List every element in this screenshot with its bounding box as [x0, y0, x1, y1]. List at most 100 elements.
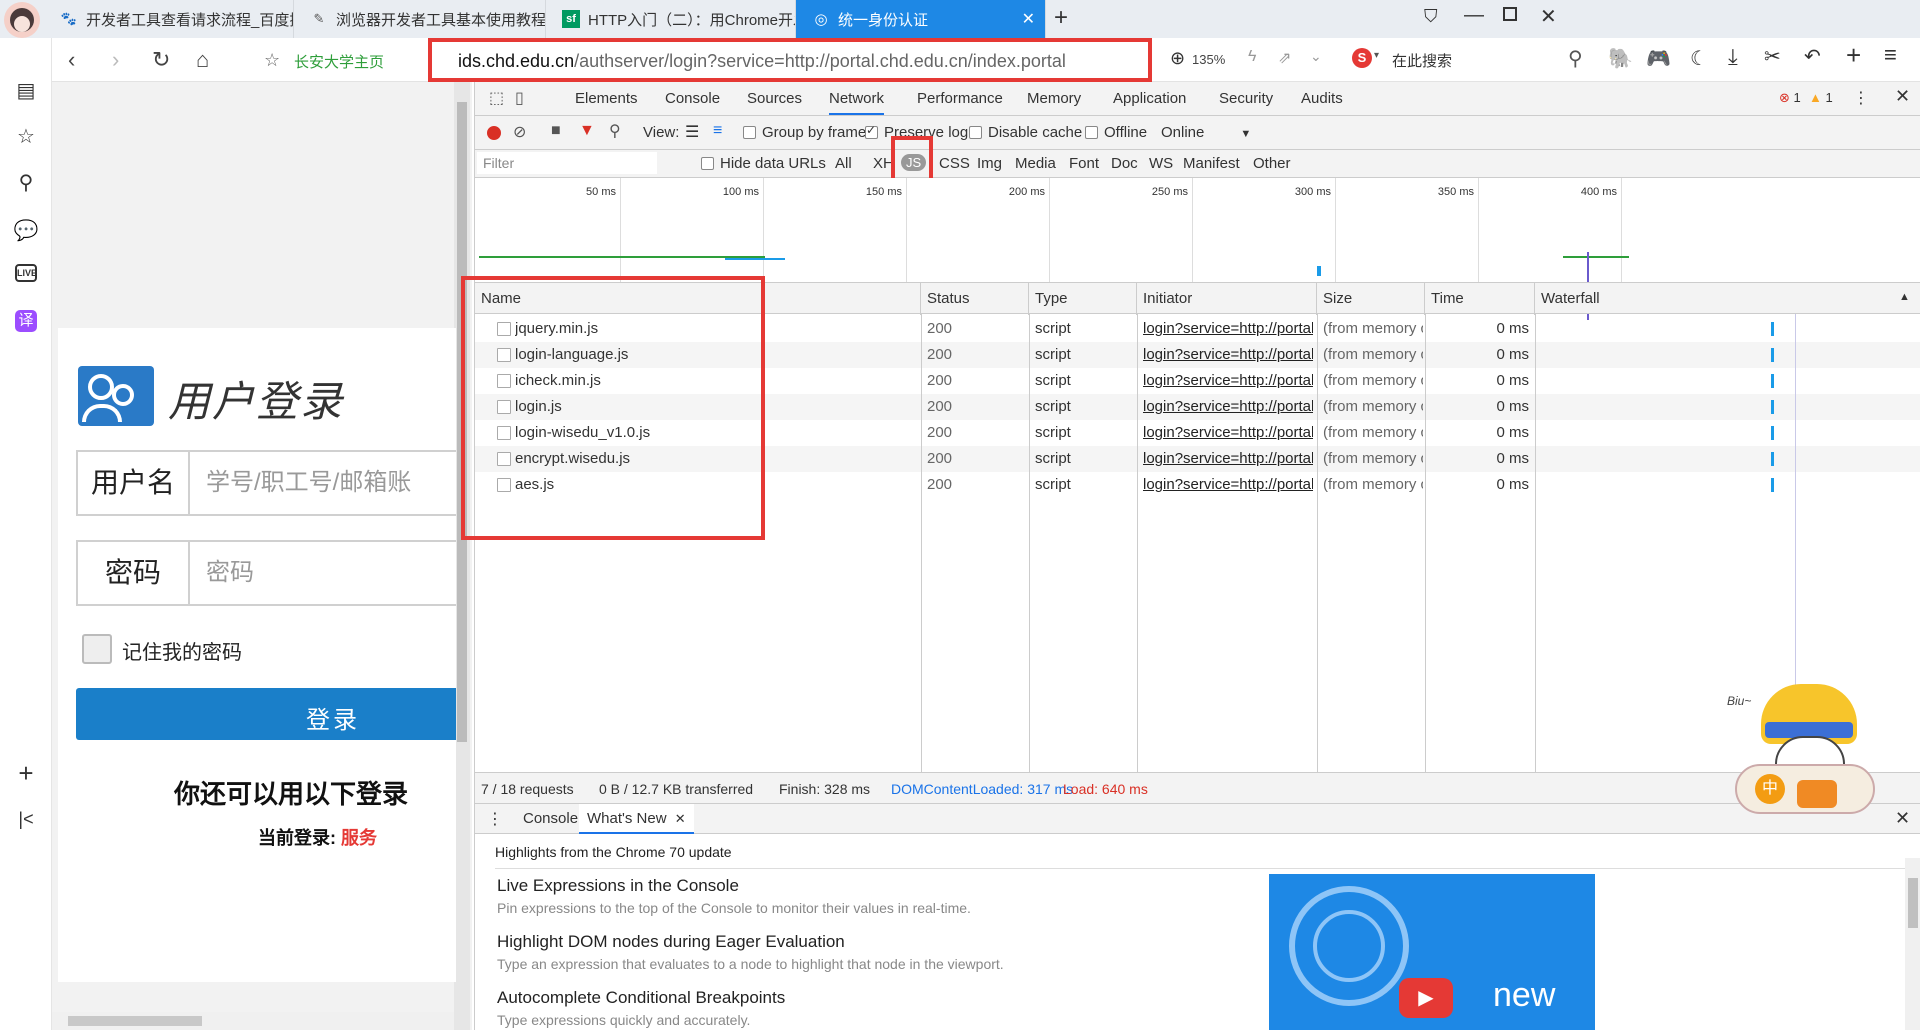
screenshot-scissors-icon[interactable]: ✂	[1764, 44, 1781, 69]
col-type[interactable]: Type	[1029, 283, 1137, 315]
clear-icon[interactable]: ⊘	[513, 122, 526, 142]
home-button[interactable]: ⌂	[196, 46, 209, 74]
username-field[interactable]: 用户名 学号/职工号/邮箱账	[76, 450, 456, 516]
tab-security[interactable]: Security	[1219, 90, 1273, 107]
mascot-widget[interactable]: Biu~ 中	[1725, 674, 1885, 824]
search-engine-dropdown[interactable]: ▾	[1374, 50, 1379, 61]
bookmark-link[interactable]: 长安大学主页	[294, 51, 384, 72]
filter-other[interactable]: Other	[1253, 155, 1291, 172]
filter-font[interactable]: Font	[1069, 155, 1099, 172]
filter-icon[interactable]: ▼	[579, 122, 595, 140]
request-initiator[interactable]: login?service=http://portal.ch...	[1143, 342, 1313, 368]
filter-ws[interactable]: WS	[1149, 155, 1173, 172]
disable-cache-checkbox[interactable]: Disable cache	[969, 124, 1082, 141]
live-icon[interactable]: LIVE	[15, 264, 37, 282]
filter-css[interactable]: CSS	[939, 155, 970, 172]
zoom-level[interactable]: 135%	[1192, 52, 1225, 67]
lightning-icon[interactable]: ϟ	[1248, 48, 1256, 66]
drawer-tab-console[interactable]: Console	[523, 810, 578, 827]
collapse-sidebar-icon[interactable]: |<	[13, 806, 39, 832]
close-window-button[interactable]: ✕	[1540, 4, 1557, 29]
list-view-icon[interactable]: ☰	[685, 122, 699, 142]
add-icon[interactable]: +	[13, 760, 39, 786]
filter-media[interactable]: Media	[1015, 155, 1056, 172]
filter-doc[interactable]: Doc	[1111, 155, 1138, 172]
tab-sources[interactable]: Sources	[747, 90, 802, 107]
sort-ascending-icon[interactable]: ▲	[1899, 291, 1910, 303]
throttling-select[interactable]: Online ▼	[1161, 124, 1251, 141]
reading-list-icon[interactable]: ▤	[13, 78, 39, 104]
tab-unified-auth[interactable]: ◎ 统一身份认证 ✕	[796, 0, 1046, 38]
night-mode-icon[interactable]: ☾	[1690, 46, 1708, 71]
whats-new-item[interactable]: Highlight DOM nodes during Eager Evaluat…	[497, 932, 1004, 972]
group-by-frame-checkbox[interactable]: Group by frame	[743, 124, 866, 141]
col-waterfall[interactable]: Waterfall	[1535, 283, 1920, 315]
share-icon[interactable]: ⇗	[1278, 48, 1291, 68]
tab-network[interactable]: Network	[829, 90, 885, 115]
back-button[interactable]: ‹	[68, 46, 75, 74]
close-devtools-icon[interactable]: ✕	[1895, 86, 1910, 107]
request-initiator[interactable]: login?service=http://portal.ch...	[1143, 394, 1313, 420]
request-initiator[interactable]: login?service=http://portal.ch...	[1143, 368, 1313, 394]
search-icon[interactable]: ⚲	[609, 121, 621, 141]
shirt-icon[interactable]: ⛉	[1424, 6, 1438, 27]
new-tab-button[interactable]: +	[1054, 4, 1068, 32]
restore-button[interactable]	[1503, 7, 1517, 21]
zoom-icon[interactable]: ⊕	[1170, 48, 1185, 69]
minimize-button[interactable]: —	[1464, 4, 1484, 27]
request-initiator[interactable]: login?service=http://portal.ch...	[1143, 316, 1313, 342]
col-size[interactable]: Size	[1317, 283, 1425, 315]
drawer-tab-whats-new[interactable]: What's New ✕	[579, 804, 694, 834]
more-options-icon[interactable]: ⋮	[1853, 88, 1869, 108]
search-input[interactable]: 在此搜索	[1392, 50, 1452, 71]
search-icon[interactable]: ⚲	[13, 170, 39, 196]
tab-devtools-tutorial[interactable]: ✎ 浏览器开发者工具基本使用教程 - 墨	[294, 0, 546, 38]
game-controller-icon[interactable]: 🎮	[1646, 46, 1671, 71]
undo-icon[interactable]: ↶	[1804, 44, 1821, 69]
close-drawer-icon[interactable]: ✕	[1895, 808, 1910, 829]
drawer-scrollbar[interactable]	[1905, 858, 1920, 1030]
request-initiator[interactable]: login?service=http://portal.ch...	[1143, 420, 1313, 446]
whats-new-item[interactable]: Autocomplete Conditional Breakpoints Typ…	[497, 988, 785, 1028]
col-status[interactable]: Status	[921, 283, 1029, 315]
favorites-star-icon[interactable]: ☆	[13, 124, 39, 150]
filter-input[interactable]: Filter	[477, 152, 657, 174]
chevron-down-icon[interactable]: ⌄	[1310, 48, 1322, 65]
play-button-icon[interactable]: ▶	[1399, 978, 1453, 1018]
request-initiator[interactable]: login?service=http://portal.ch...	[1143, 472, 1313, 498]
forward-button[interactable]: ›	[112, 46, 119, 74]
download-icon[interactable]: ⤓	[1728, 44, 1738, 70]
tab-memory[interactable]: Memory	[1027, 90, 1081, 107]
close-tab-icon[interactable]: ✕	[1022, 9, 1035, 29]
filter-manifest[interactable]: Manifest	[1183, 155, 1240, 172]
tab-audits[interactable]: Audits	[1301, 90, 1343, 107]
record-button[interactable]	[487, 126, 501, 140]
device-toolbar-icon[interactable]: ▯	[515, 88, 524, 108]
request-initiator[interactable]: login?service=http://portal.ch...	[1143, 446, 1313, 472]
menu-icon[interactable]: ≡	[1884, 42, 1897, 68]
bookmark-star-icon[interactable]: ☆	[264, 46, 280, 74]
remember-checkbox[interactable]	[82, 634, 112, 664]
warning-badge[interactable]: ▲ 1	[1809, 90, 1833, 105]
error-badge[interactable]: ⊗ 1	[1779, 90, 1801, 106]
overview-icon[interactable]: ≡	[713, 122, 722, 140]
sogou-search-icon[interactable]: S	[1352, 48, 1372, 68]
search-icon[interactable]: ⚲	[1568, 46, 1583, 71]
login-button[interactable]: 登录	[76, 688, 456, 740]
tab-baidu-search[interactable]: 🐾 开发者工具查看请求流程_百度搜索	[44, 0, 294, 38]
horizontal-scrollbar[interactable]	[52, 1012, 454, 1030]
filter-img[interactable]: Img	[977, 155, 1002, 172]
close-drawer-tab-icon[interactable]: ✕	[675, 811, 686, 826]
tab-console[interactable]: Console	[665, 90, 720, 107]
filter-all[interactable]: All	[835, 155, 852, 172]
col-initiator[interactable]: Initiator	[1137, 283, 1317, 315]
tab-elements[interactable]: Elements	[575, 90, 638, 107]
add-icon[interactable]: +	[1846, 40, 1861, 71]
password-field[interactable]: 密码 密码	[76, 540, 456, 606]
timeline-overview[interactable]: 50 ms 100 ms 150 ms 200 ms 250 ms 300 ms 350 m…	[475, 178, 1920, 320]
tab-application[interactable]: Application	[1113, 90, 1186, 107]
hide-data-urls-checkbox[interactable]: Hide data URLs	[701, 155, 826, 172]
offline-checkbox[interactable]: Offline	[1085, 124, 1147, 141]
tab-performance[interactable]: Performance	[917, 90, 1003, 107]
tab-http-intro[interactable]: sf HTTP入门（二）：用Chrome开发者	[546, 0, 796, 38]
